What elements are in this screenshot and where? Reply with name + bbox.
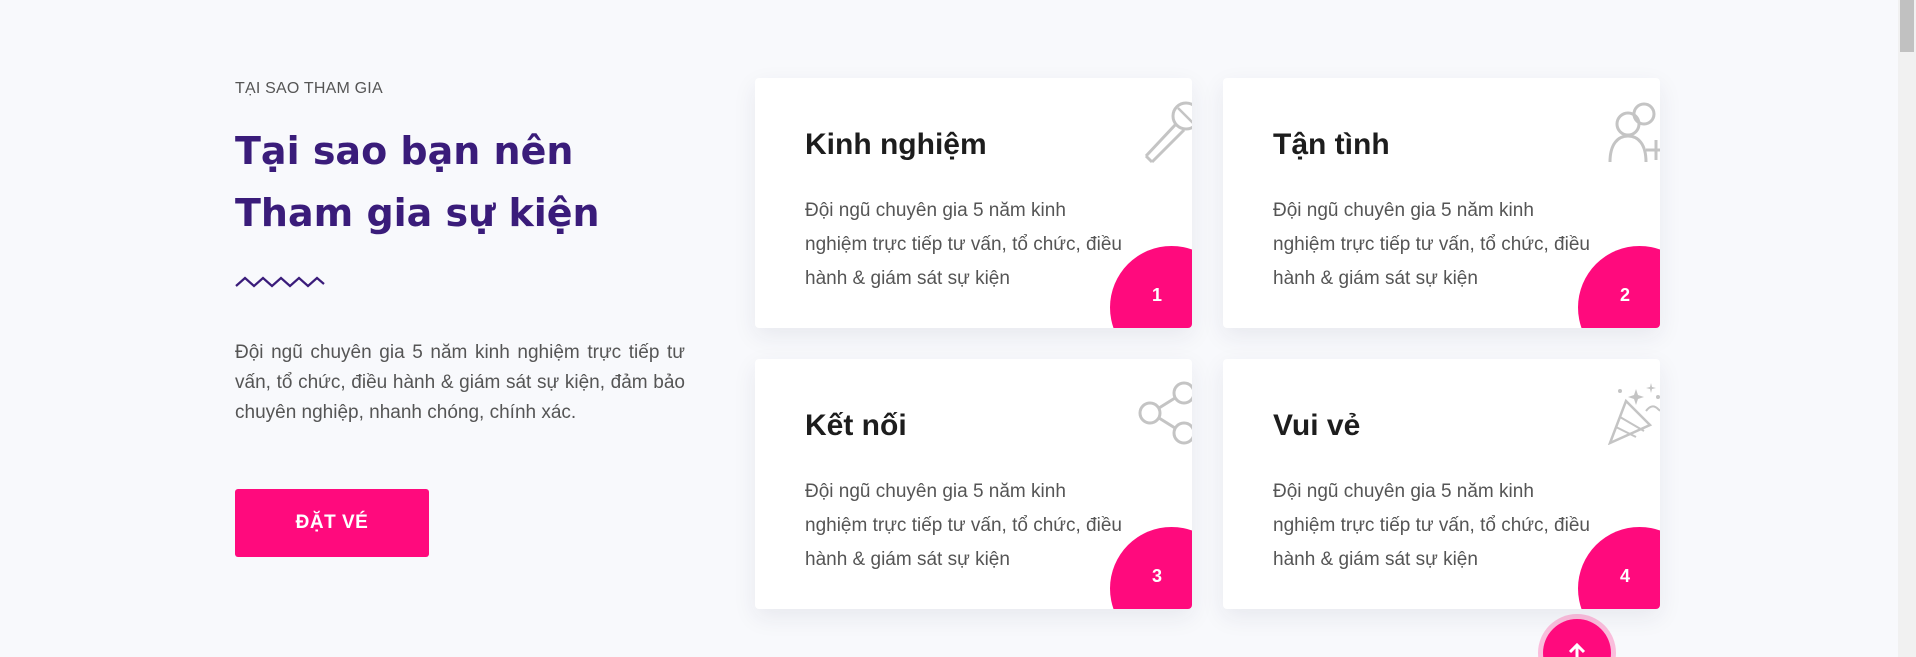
card-text: Đội ngũ chuyên gia 5 năm kinh nghiệm trự… xyxy=(805,481,1122,570)
why-join-section: TẠI SAO THAM GIA Tại sao bạn nên Tham gi… xyxy=(0,0,1916,657)
card-number: 2 xyxy=(1619,285,1630,305)
arrow-up-icon xyxy=(1568,642,1586,657)
scroll-to-top-button[interactable] xyxy=(1543,619,1611,657)
page-scrollbar[interactable] xyxy=(1898,0,1916,657)
section-heading: Tại sao bạn nên Tham gia sự kiện xyxy=(235,120,685,244)
users-icon xyxy=(1608,102,1660,163)
feature-card-fun: Vui vẻ Đội ngũ chuyên gia 5 năm kinh ngh… xyxy=(1223,359,1660,609)
card-text: Đội ngũ chuyên gia 5 năm kinh nghiệm trự… xyxy=(805,200,1122,289)
book-ticket-button[interactable]: ĐẶT VÉ xyxy=(235,489,429,557)
card-text: Đội ngũ chuyên gia 5 năm kinh nghiệm trự… xyxy=(1273,481,1590,570)
section-eyebrow: TẠI SAO THAM GIA xyxy=(235,80,383,97)
feature-card-dedicated: Tận tình Đội ngũ chuyên gia 5 năm kinh n… xyxy=(1223,78,1660,328)
party-popper-icon xyxy=(1607,383,1660,445)
card-title: Vui vẻ xyxy=(1273,409,1361,442)
card-title: Kết nối xyxy=(805,409,907,442)
scrollbar-thumb[interactable] xyxy=(1900,0,1914,52)
card-number: 4 xyxy=(1619,566,1630,586)
share-icon xyxy=(1138,381,1192,445)
feature-card-experience: Kinh nghiệm Đội ngũ chuyên gia 5 năm kin… xyxy=(755,78,1192,328)
card-number: 3 xyxy=(1151,566,1162,586)
feature-card-connect: Kết nối Đội ngũ chuyên gia 5 năm kinh ng… xyxy=(755,359,1192,609)
heading-line-1: Tại sao bạn nên xyxy=(235,129,574,173)
card-title: Tận tình xyxy=(1273,128,1390,161)
card-text: Đội ngũ chuyên gia 5 năm kinh nghiệm trự… xyxy=(1273,200,1590,289)
section-description: Đội ngũ chuyên gia 5 năm kinh nghiệm trự… xyxy=(235,342,685,423)
card-number: 1 xyxy=(1151,285,1162,305)
microphone-icon xyxy=(1144,101,1192,164)
heading-line-2: Tham gia sự kiện xyxy=(235,191,600,235)
card-title: Kinh nghiệm xyxy=(805,128,987,161)
zigzag-divider-icon xyxy=(235,276,325,288)
section-intro: TẠI SAO THAM GIA Tại sao bạn nên Tham gi… xyxy=(235,80,685,447)
